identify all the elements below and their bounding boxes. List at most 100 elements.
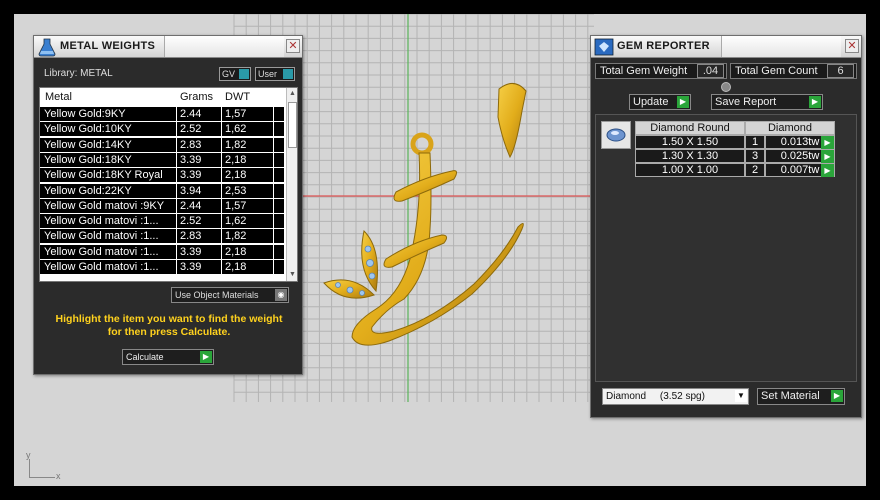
- go-arrow-icon: ▶: [677, 96, 689, 108]
- gem-reporter-panel: GEM REPORTER ✕ Total Gem Weight .04 Tota…: [590, 35, 862, 418]
- chevron-down-icon: ▼: [735, 390, 747, 402]
- grams-cell: 3.94: [180, 184, 202, 197]
- titlebar-tab: [721, 36, 841, 57]
- gem-size-cell: 1.50 X 1.50: [635, 135, 745, 149]
- gem-qty-cell: 3: [745, 149, 765, 163]
- grams-cell: 2.44: [180, 108, 202, 120]
- scroll-down-icon[interactable]: ▼: [289, 271, 296, 278]
- metal-table[interactable]: Metal Grams DWT Yellow Gold:9KY 2.44 1,57 Y…: [39, 87, 298, 282]
- dwt-cell: 1,82: [225, 138, 247, 151]
- grams-cell: 3.39: [180, 153, 202, 166]
- grams-cell: 3.39: [180, 261, 202, 273]
- gem-shape-icon[interactable]: [601, 121, 631, 149]
- dwt-cell: 1,62: [225, 123, 247, 136]
- table-row[interactable]: Yellow Gold matovi :1... 2.52 1,62: [40, 214, 284, 230]
- gem-row-go-icon[interactable]: ▶: [821, 164, 834, 177]
- material-select-value: Diamond (3.52 spg): [606, 391, 705, 402]
- user-toggle-label: User: [258, 69, 278, 79]
- grams-cell: 2.83: [180, 138, 202, 151]
- metal-cell: Yellow Gold matovi :1...: [44, 261, 159, 273]
- gv-toggle[interactable]: GV: [219, 67, 251, 81]
- gem-qty-cell: 2: [745, 163, 765, 177]
- grams-cell: 3.39: [180, 169, 202, 182]
- gem-reporter-titlebar[interactable]: GEM REPORTER ✕: [591, 36, 861, 58]
- table-row[interactable]: Yellow Gold:22KY 3.94 2,53: [40, 183, 284, 199]
- table-row[interactable]: Yellow Gold matovi :1... 2.83 1,82: [40, 229, 284, 245]
- scroll-thumb[interactable]: [288, 102, 297, 148]
- table-row[interactable]: Yellow Gold matovi :1... 3.39 2,18: [40, 244, 284, 260]
- save-report-label: Save Report: [715, 96, 777, 108]
- metal-cell: Yellow Gold:18KY Royal: [44, 169, 163, 182]
- gem-reporter-icon: [594, 38, 614, 56]
- table-row[interactable]: Yellow Gold matovi :9KY 2.44 1,57: [40, 198, 284, 214]
- gem-row-go-icon[interactable]: ▶: [821, 136, 834, 149]
- dwt-cell: 1,57: [225, 108, 247, 120]
- gem-head-material: Diamond: [745, 121, 835, 135]
- table-row[interactable]: Yellow Gold:14KY 2.83 1,82: [40, 137, 284, 153]
- col-dwt[interactable]: DWT: [225, 91, 250, 103]
- table-row[interactable]: Yellow Gold matovi :1... 3.39 2,18: [40, 260, 284, 275]
- scroll-up-icon[interactable]: ▲: [289, 90, 296, 97]
- pendant-model[interactable]: [304, 69, 564, 369]
- gv-toggle-label: GV: [222, 69, 236, 79]
- use-object-materials-select[interactable]: Use Object Materials ◉: [171, 287, 289, 303]
- gem-size-cell: 1.30 X 1.30: [635, 149, 745, 163]
- library-label: Library: METAL: [44, 68, 113, 79]
- gem-list-area[interactable]: Diamond Round Diamond 1.50 X 1.50 1 0.013t…: [595, 114, 857, 382]
- table-row[interactable]: Yellow Gold:9KY 2.44 1,57: [40, 107, 284, 122]
- metal-cell: Yellow Gold matovi :1...: [44, 245, 159, 258]
- dropdown-arrow-icon: ◉: [275, 289, 287, 301]
- col-grams[interactable]: Grams: [180, 91, 213, 103]
- set-material-label: Set Material: [761, 390, 820, 402]
- total-gem-count-label: Total Gem Count: [735, 65, 818, 77]
- total-gem-weight-value: .04: [697, 64, 724, 78]
- use-object-materials-label: Use Object Materials: [175, 290, 259, 300]
- grams-cell: 2.52: [180, 215, 202, 228]
- dwt-cell: 1,57: [225, 199, 247, 212]
- table-row[interactable]: Yellow Gold:10KY 2.52 1,62: [40, 122, 284, 138]
- instruction-line-2: for then press Calculate.: [107, 326, 231, 338]
- metal-cell: Yellow Gold matovi :9KY: [44, 199, 165, 212]
- calculate-button[interactable]: Calculate ▶: [122, 349, 214, 365]
- set-material-button[interactable]: Set Material ▶: [757, 388, 845, 405]
- instruction-line-1: Highlight the item you want to find the …: [55, 313, 283, 325]
- instruction-text: Highlight the item you want to find the …: [39, 313, 299, 339]
- table-row[interactable]: Yellow Gold:18KY 3.39 2,18: [40, 152, 284, 168]
- metal-table-scrollbar[interactable]: ▲ ▼: [286, 88, 297, 281]
- total-gem-count-value: 6: [827, 64, 854, 78]
- metal-cell: Yellow Gold:18KY: [44, 153, 132, 166]
- update-label: Update: [633, 96, 669, 108]
- close-icon[interactable]: ✕: [286, 39, 300, 53]
- metal-table-header: Metal Grams DWT: [40, 88, 284, 106]
- metal-cell: Yellow Gold:14KY: [44, 138, 132, 151]
- metal-cell: Yellow Gold:9KY: [44, 108, 126, 120]
- dwt-cell: 1,82: [225, 230, 247, 243]
- table-row[interactable]: Yellow Gold:18KY Royal 3.39 2,18: [40, 168, 284, 184]
- grams-cell: 2.44: [180, 199, 202, 212]
- dwt-cell: 2,18: [225, 245, 247, 258]
- dwt-cell: 2,18: [225, 169, 247, 182]
- metal-cell: Yellow Gold matovi :1...: [44, 230, 159, 243]
- gem-head-shape: Diamond Round: [635, 121, 745, 135]
- update-button[interactable]: Update ▶: [629, 94, 691, 110]
- col-metal[interactable]: Metal: [45, 91, 72, 103]
- close-icon[interactable]: ✕: [845, 39, 859, 53]
- dwt-cell: 2,53: [225, 184, 247, 197]
- metal-cell: Yellow Gold:22KY: [44, 184, 132, 197]
- metal-weights-panel: METAL WEIGHTS ✕ Library: METAL GV User M…: [33, 35, 303, 375]
- gem-row-go-icon[interactable]: ▶: [821, 150, 834, 163]
- user-toggle[interactable]: User: [255, 67, 295, 81]
- material-select[interactable]: Diamond (3.52 spg) ▼: [602, 388, 749, 405]
- gem-reporter-title: GEM REPORTER: [617, 40, 710, 52]
- save-report-button[interactable]: Save Report ▶: [711, 94, 823, 110]
- go-arrow-icon: ▶: [831, 390, 843, 402]
- dwt-cell: 1,62: [225, 215, 247, 228]
- grams-cell: 2.52: [180, 123, 202, 136]
- calculate-label: Calculate: [126, 352, 164, 362]
- metal-weights-title: METAL WEIGHTS: [60, 40, 156, 52]
- metal-cell: Yellow Gold matovi :1...: [44, 215, 159, 228]
- grams-cell: 2.83: [180, 230, 202, 243]
- splitter-handle[interactable]: [721, 82, 731, 92]
- metal-weights-titlebar[interactable]: METAL WEIGHTS ✕: [34, 36, 302, 58]
- titlebar-tab: [164, 36, 284, 57]
